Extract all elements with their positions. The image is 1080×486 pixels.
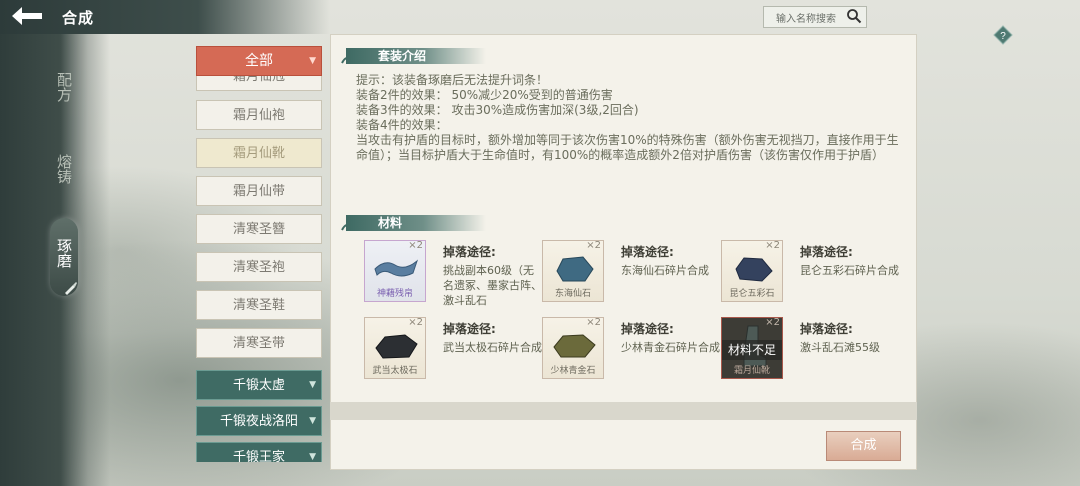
drop-description: 激斗乱石滩55级 [800,341,880,354]
section-title: 套装介绍 [378,49,427,63]
material-slot[interactable]: ×2 昆仑五彩石 [721,240,783,302]
category-item[interactable]: 清寒圣簪 [196,214,322,244]
stone-icon [556,256,594,282]
drop-label: 掉落途径: [443,322,496,336]
drop-label: 掉落途径: [800,322,853,336]
set-effect-line: 装备2件的效果： 50%减少20%受到的普通伤害 [356,88,613,102]
set-effect-line: 装备4件的效果： [356,118,448,132]
group-label: 千锻太虚 [232,378,285,393]
set-tip-line: 提示：该装备琢磨后无法提升词条！ [356,73,549,87]
drop-label: 掉落途径: [443,245,496,259]
material-name: 昆仑五彩石 [729,289,775,299]
material-name: 少林青金石 [550,366,596,376]
section-title: 材料 [378,216,403,230]
category-all-button[interactable]: 全部 ▼ [196,46,322,76]
chevron-down-icon: ▼ [309,416,316,426]
category-label: 清寒圣鞋 [232,298,285,313]
chevron-down-icon: ▼ [309,380,316,390]
material-slot[interactable]: ×2 神藉残帛 [364,240,426,302]
material-slot[interactable]: ×2 东海仙石 [542,240,604,302]
material-slot[interactable]: ×2 少林青金石 [542,317,604,379]
category-label: 霜月仙带 [232,184,285,199]
category-group[interactable]: 千锻王家 ▼ [196,442,322,462]
drop-description: 少林青金石碎片合成 [621,341,720,354]
stone-icon [375,334,418,359]
material-count: ×2 [765,317,780,328]
set-effect-description: 当攻击有护盾的目标时，额外增加等同于该次伤害10%的特殊伤害（额外伤害无视挡刀，… [356,133,899,163]
category-item[interactable]: 清寒圣袍 [196,252,322,282]
material-name: 武当太极石 [372,366,418,376]
synthesize-button[interactable]: 合成 [826,431,901,461]
brush-icon [62,280,78,296]
material-name: 霜月仙靴 [733,366,770,376]
nav-item-polish[interactable]: 琢磨 [54,238,74,273]
svg-text:?: ? [1000,31,1006,42]
category-group[interactable]: 千锻夜战洛阳 ▼ [196,406,322,436]
material-count: ×2 [408,240,423,251]
nav-item-label: 琢磨 [55,238,73,268]
category-list: 霜月仙冠 霜月仙袍 霜月仙靴 霜月仙带 清寒圣簪 清寒圣袍 清寒圣鞋 清寒圣带 … [190,76,330,462]
help-icon[interactable]: ? [993,25,1013,45]
section-header-set-intro: 套装介绍 [346,48,486,64]
group-label: 千锻夜战洛阳 [219,414,298,429]
material-count: ×2 [408,317,423,328]
category-label: 清寒圣带 [232,336,285,351]
drop-description: 东海仙石碎片合成 [621,264,709,277]
category-all-label: 全部 [245,53,273,69]
category-label: 霜月仙靴 [232,146,285,161]
stone-icon [553,334,596,358]
category-item[interactable]: 清寒圣带 [196,328,322,358]
drop-description: 武当太极石碎片合成 [443,341,542,354]
section-header-materials: 材料 [346,215,486,231]
top-bar: 合成 [0,0,330,34]
material-count: ×2 [586,317,601,328]
category-label: 霜月仙袍 [232,108,285,123]
search-icon[interactable] [846,8,862,24]
drop-description: 昆仑五彩石碎片合成 [800,264,899,277]
category-label: 清寒圣袍 [232,260,285,275]
group-label: 千锻王家 [232,450,285,462]
drop-label: 掉落途径: [800,245,853,259]
silk-scrap-icon [374,259,419,277]
search-input[interactable]: 输入名称搜索 [763,6,867,28]
material-name: 神藉残帛 [376,289,413,299]
nav-item-label: 配方 [55,72,73,102]
material-name: 东海仙石 [554,289,591,299]
category-item[interactable]: 霜月仙袍 [196,100,322,130]
set-effect-line: 装备3件的效果： 攻击30%造成伤害加深(3级,2回合) [356,103,639,117]
nav-item-recipe[interactable]: 配方 [54,72,74,107]
chevron-down-icon: ▼ [309,452,316,462]
category-group[interactable]: 千锻太虚 ▼ [196,370,322,400]
category-label: 霜月仙冠 [232,76,285,84]
drop-label: 掉落途径: [621,245,674,259]
category-item[interactable]: 清寒圣鞋 [196,290,322,320]
panel-footer-band [330,402,917,420]
material-count: ×2 [586,240,601,251]
page-title: 合成 [62,9,95,27]
category-item[interactable]: 霜月仙冠 [196,76,322,91]
category-item-selected[interactable]: 霜月仙靴 [196,138,322,168]
nav-item-label: 熔铸 [55,154,73,184]
insufficient-overlay: 材料不足 [722,340,782,360]
category-item[interactable]: 霜月仙带 [196,176,322,206]
back-arrow-icon[interactable] [8,4,46,30]
material-slot-insufficient[interactable]: ×2 材料不足 霜月仙靴 [721,317,783,379]
drop-description: 挑战副本60级（无名遗冢、墨家古阵、激斗乱石 [443,264,542,307]
nav-item-casting[interactable]: 熔铸 [54,154,74,189]
drop-label: 掉落途径: [621,322,674,336]
chevron-down-icon: ▼ [309,56,316,66]
material-slot[interactable]: ×2 武当太极石 [364,317,426,379]
stone-icon [735,257,773,282]
material-count: ×2 [765,240,780,251]
category-label: 清寒圣簪 [232,222,285,237]
search-placeholder: 输入名称搜索 [776,14,836,25]
